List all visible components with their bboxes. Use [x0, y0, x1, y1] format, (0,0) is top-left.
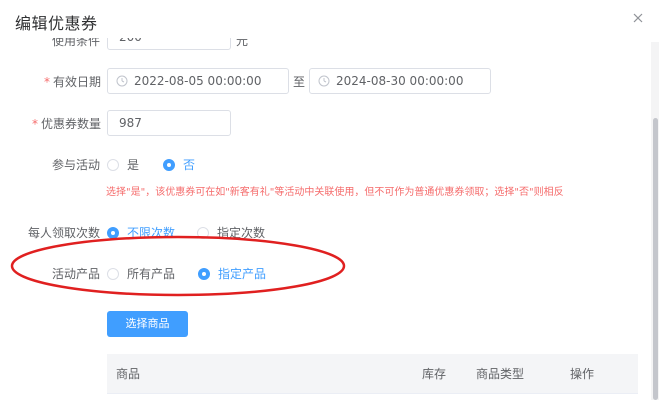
radio-circle [197, 226, 209, 239]
join-activity-yes-radio[interactable]: 是 [107, 156, 139, 173]
close-icon[interactable] [630, 10, 646, 26]
radio-circle [107, 226, 119, 239]
required-mark: * [44, 75, 50, 89]
valid-date-label: * 有效日期 [44, 73, 101, 90]
end-date-value: 2024-08-30 00:00:00 [336, 74, 464, 88]
radio-label: 所有产品 [127, 267, 176, 281]
clock-icon [318, 75, 330, 87]
radio-label: 不限次数 [127, 226, 176, 240]
usage-condition-input[interactable]: 200 [107, 38, 231, 50]
join-activity-no-radio[interactable]: 否 [163, 156, 195, 173]
radio-label: 指定产品 [218, 267, 267, 281]
start-date-input[interactable]: 2022-08-05 00:00:00 [107, 68, 289, 94]
radio-label: 否 [183, 158, 196, 172]
select-goods-button[interactable]: 选择商品 [107, 311, 188, 337]
coupon-count-label: * 优惠券数量 [32, 115, 101, 132]
start-date-value: 2022-08-05 00:00:00 [134, 74, 262, 88]
column-header-actions: 操作 [570, 367, 595, 381]
required-mark: * [32, 117, 38, 131]
activity-products-label: 活动产品 [52, 267, 101, 281]
all-products-radio[interactable]: 所有产品 [107, 265, 175, 282]
coupon-count-label-text: 优惠券数量 [41, 117, 102, 131]
coupon-count-input[interactable]: 987 [107, 110, 231, 136]
radio-label: 是 [127, 158, 140, 172]
column-header-stock: 库存 [422, 367, 447, 381]
date-separator: 至 [293, 75, 306, 89]
radio-circle [198, 267, 210, 280]
dialog-title: 编辑优惠券 [15, 14, 98, 33]
specified-times-radio[interactable]: 指定次数 [197, 224, 265, 241]
edit-coupon-dialog: 编辑优惠券 使用条件 200 元 *有效日期 2022-08-05 00:00:… [0, 0, 659, 400]
goods-table-header: 商品 库存 商品类型 操作 [107, 354, 638, 394]
unlimited-times-radio[interactable]: 不限次数 [107, 224, 175, 241]
radio-circle [107, 267, 119, 280]
column-header-goods: 商品 [116, 367, 141, 381]
scrollbar-thumb[interactable] [653, 118, 658, 400]
join-activity-label: 参与活动 [52, 158, 101, 172]
usage-condition-suffix: 元 [236, 38, 249, 48]
usage-condition-row: 使用条件 200 元 [0, 38, 650, 52]
column-header-goods-type: 商品类型 [476, 367, 525, 381]
radio-circle [107, 158, 119, 171]
clock-icon [116, 75, 128, 87]
valid-date-label-text: 有效日期 [53, 75, 102, 89]
usage-condition-label: 使用条件 [52, 38, 101, 48]
join-activity-hint: 选择"是"，该优惠券可在如"新客有礼"等活动中关联使用，但不可作为普通优惠券领取… [106, 187, 564, 198]
title-divider [0, 36, 650, 38]
per-person-limit-label: 每人领取次数 [28, 226, 101, 240]
end-date-input[interactable]: 2024-08-30 00:00:00 [309, 68, 491, 94]
radio-circle [163, 158, 175, 171]
radio-label: 指定次数 [217, 226, 266, 240]
specified-products-radio[interactable]: 指定产品 [198, 265, 266, 282]
